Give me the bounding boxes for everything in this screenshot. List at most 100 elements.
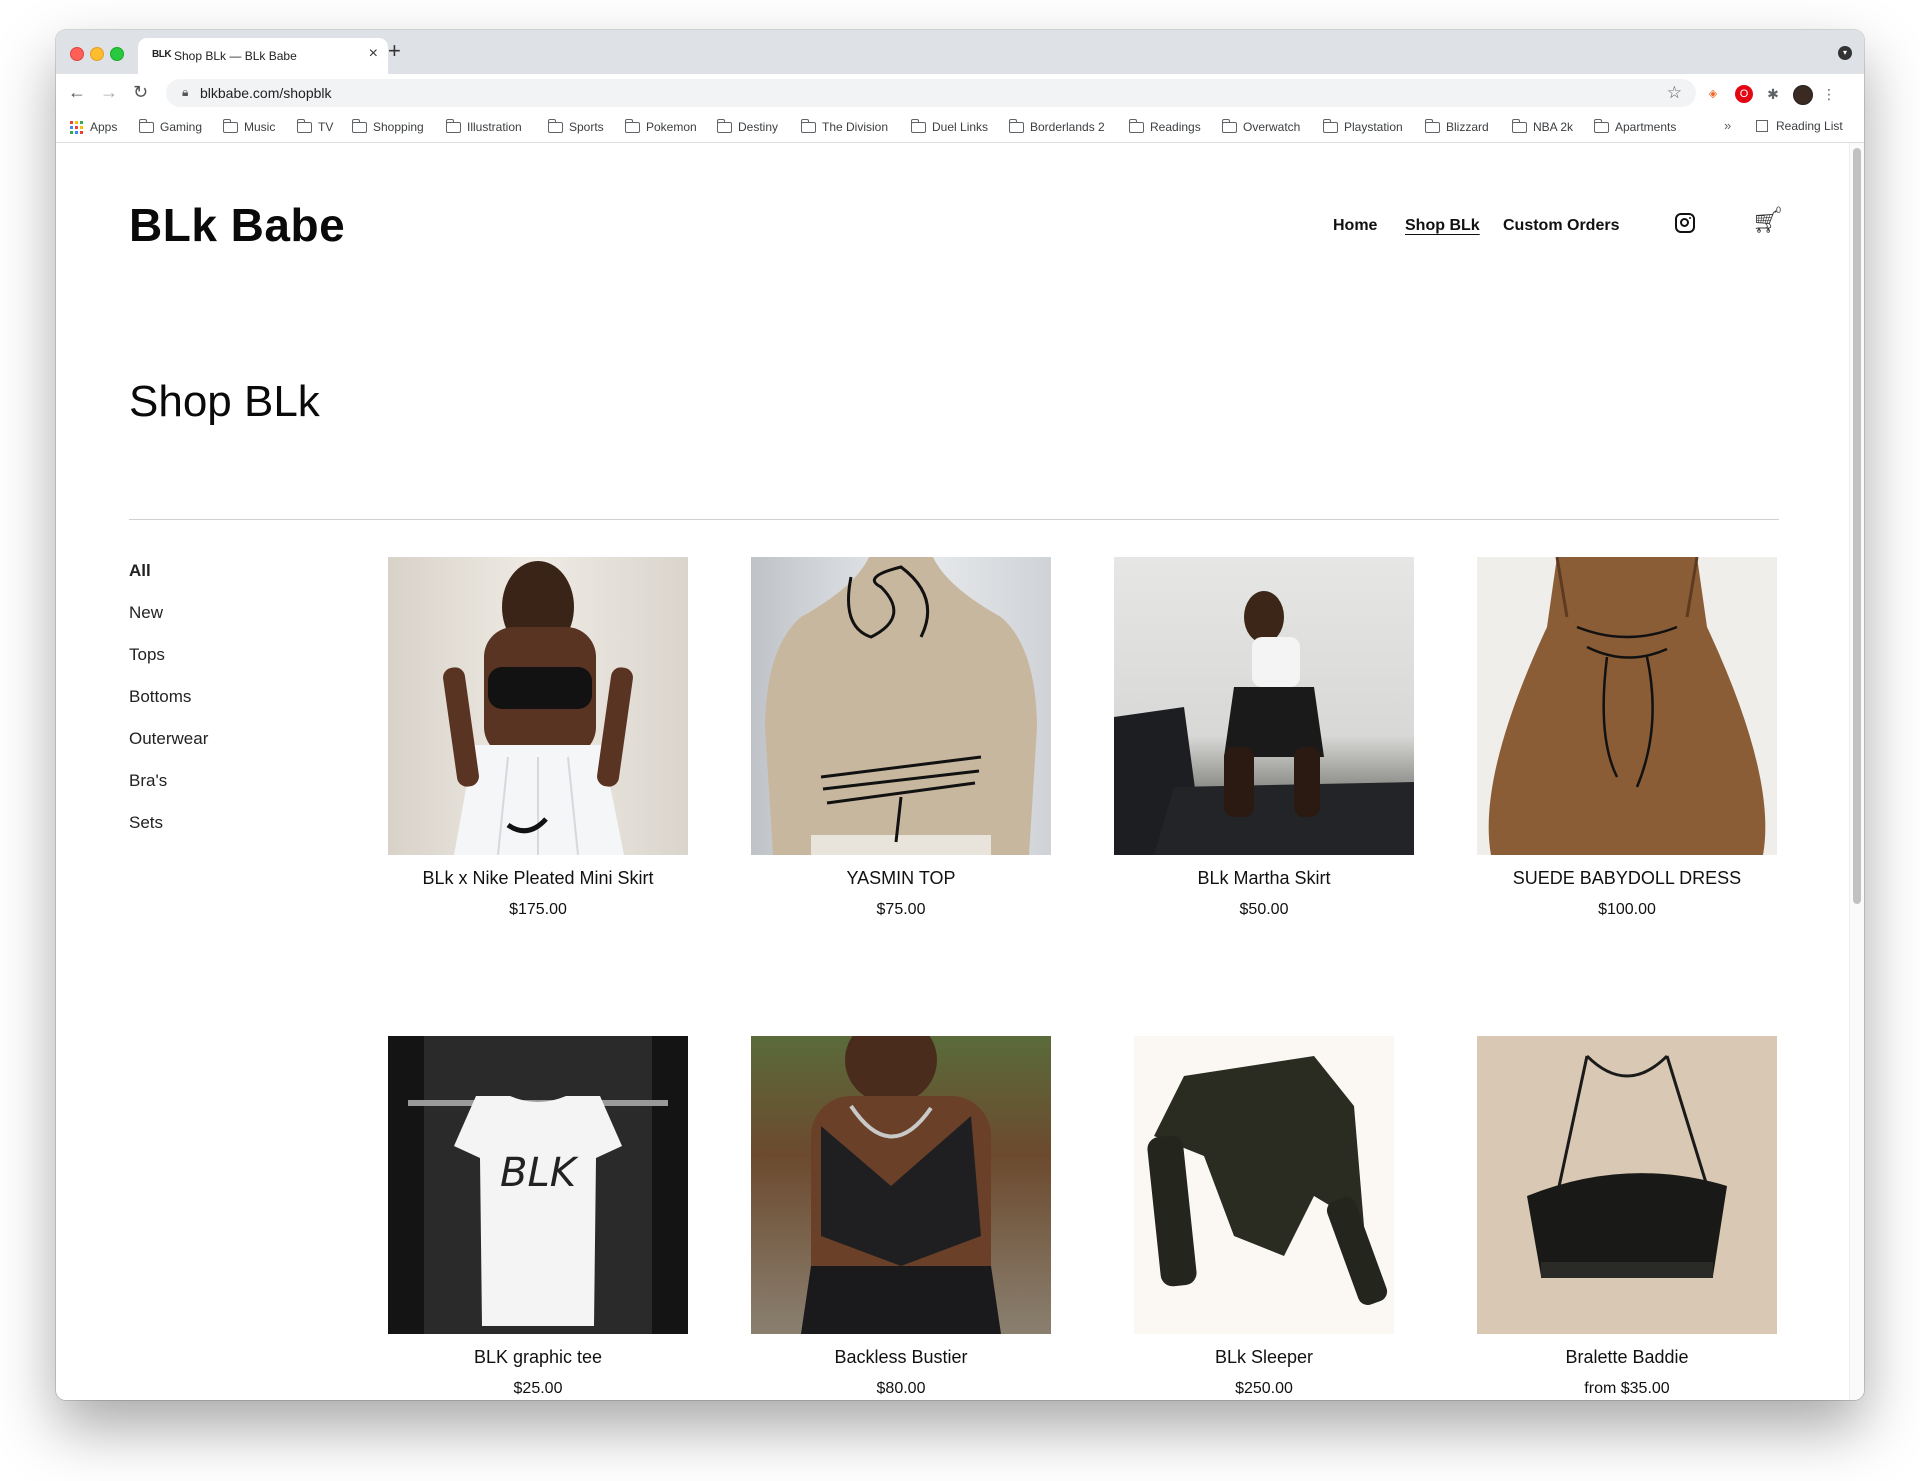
product-image[interactable] (1114, 557, 1414, 855)
bookmark-label: Shopping (373, 120, 424, 134)
product-image[interactable] (388, 557, 688, 855)
bookmark-folder-sports[interactable]: Sports (547, 118, 604, 135)
bookmark-folder-playstation[interactable]: Playstation (1322, 118, 1403, 135)
forward-arrow-icon[interactable]: → (100, 81, 118, 103)
product-card[interactable]: BLk Sleeper $250.00 (1114, 1036, 1414, 1398)
instagram-icon[interactable] (1675, 213, 1695, 233)
bookmark-apps[interactable]: Apps (70, 119, 117, 135)
product-image[interactable] (751, 1036, 1051, 1334)
tab-search-icon[interactable]: ▾ (1838, 46, 1852, 60)
lock-icon: 🔒︎ (182, 85, 189, 99)
product-name[interactable]: SUEDE BABYDOLL DRESS (1477, 868, 1777, 889)
bookmark-label: Playstation (1344, 120, 1403, 134)
opera-icon[interactable]: O (1735, 85, 1753, 103)
bookmark-folder-music[interactable]: Music (222, 118, 276, 135)
product-image[interactable]: BLK (388, 1036, 688, 1334)
product-price: from $35.00 (1584, 1380, 1670, 1397)
product-image[interactable] (1477, 1036, 1777, 1334)
folder-icon (1511, 118, 1527, 133)
address-bar[interactable]: 🔒︎ blkbabe.com/shopblk ☆ (166, 79, 1696, 107)
bookmark-label: Sports (569, 120, 604, 134)
bookmark-label: Pokemon (646, 120, 697, 134)
extensions-puzzle-icon[interactable]: ✱ (1764, 85, 1782, 103)
reading-list-icon (1756, 120, 1768, 132)
browser-menu-icon[interactable]: ⋮ (1820, 85, 1838, 103)
category-tops[interactable]: Tops (129, 645, 165, 665)
bookmark-folder-blizzard[interactable]: Blizzard (1424, 118, 1489, 135)
category-bras[interactable]: Bra's (129, 771, 167, 791)
product-image[interactable] (751, 557, 1051, 855)
page-title: Shop BLk (129, 377, 320, 426)
bookmark-label: Music (244, 120, 276, 134)
bookmark-folder-tv[interactable]: TV (296, 118, 333, 135)
product-card[interactable]: Backless Bustier $80.00 (751, 1036, 1051, 1398)
tee-print-text: BLK (500, 1150, 579, 1196)
bookmark-folder-readings[interactable]: Readings (1128, 118, 1201, 135)
bookmark-label: Apps (90, 120, 118, 134)
category-new[interactable]: New (129, 603, 163, 623)
product-card[interactable]: BLk x Nike Pleated Mini Skirt $175.00 (388, 557, 688, 919)
bookmark-label: Readings (1150, 120, 1201, 134)
bookmark-folder-shopping[interactable]: Shopping (351, 118, 424, 135)
browser-tab[interactable]: BLK Shop BLk — BLk Babe × (138, 38, 388, 74)
bookmark-folder-the-division[interactable]: The Division (800, 118, 888, 135)
product-card[interactable]: Bralette Baddie from $35.00 (1477, 1036, 1777, 1398)
profile-avatar[interactable] (1793, 85, 1813, 105)
back-arrow-icon[interactable]: ← (68, 81, 86, 103)
nav-shop-blk[interactable]: Shop BLk (1405, 217, 1480, 235)
folder-icon (1593, 118, 1609, 133)
extension-diamond-icon[interactable]: ◈ (1704, 85, 1722, 103)
bookmark-folder-overwatch[interactable]: Overwatch (1221, 118, 1300, 135)
url-text[interactable]: blkbabe.com/shopblk (200, 85, 332, 101)
nav-custom-orders[interactable]: Custom Orders (1503, 217, 1619, 235)
product-image[interactable] (1114, 1036, 1414, 1334)
category-outerwear[interactable]: Outerwear (129, 729, 208, 749)
close-tab-icon[interactable]: × (369, 45, 378, 63)
minimize-window-button[interactable] (90, 47, 104, 61)
nav-home[interactable]: Home (1333, 217, 1377, 235)
site-logo[interactable]: BLk Babe (129, 198, 345, 252)
close-window-button[interactable] (70, 47, 84, 61)
folder-icon (1322, 118, 1338, 133)
category-all[interactable]: All (129, 561, 151, 581)
product-name[interactable]: Backless Bustier (751, 1347, 1051, 1368)
product-image[interactable] (1477, 557, 1777, 855)
category-sets[interactable]: Sets (129, 813, 163, 833)
bookmark-folder-apartments[interactable]: Apartments (1593, 118, 1676, 135)
product-name[interactable]: BLk Martha Skirt (1114, 868, 1414, 889)
new-tab-button[interactable]: + (388, 39, 401, 63)
scrollbar-thumb[interactable] (1853, 148, 1861, 904)
bookmark-star-icon[interactable]: ☆ (1667, 83, 1682, 103)
product-card[interactable]: BLK BLK graphic tee $25.00 (388, 1036, 688, 1398)
bookmark-label: Borderlands 2 (1030, 120, 1105, 134)
product-name[interactable]: BLk x Nike Pleated Mini Skirt (388, 868, 688, 889)
folder-icon (1424, 118, 1440, 133)
product-card[interactable]: SUEDE BABYDOLL DRESS $100.00 (1477, 557, 1777, 919)
bookmark-folder-borderlands-2[interactable]: Borderlands 2 (1008, 118, 1105, 135)
category-bottoms[interactable]: Bottoms (129, 687, 191, 707)
zoom-window-button[interactable] (110, 47, 124, 61)
bookmark-folder-nba-2k[interactable]: NBA 2k (1511, 118, 1573, 135)
bookmarks-overflow-icon[interactable]: » (1724, 118, 1731, 133)
reading-list-label: Reading List (1776, 119, 1843, 133)
reload-icon[interactable]: ↻ (133, 81, 148, 103)
folder-icon (296, 118, 312, 133)
product-name[interactable]: YASMIN TOP (751, 868, 1051, 889)
product-price: $100.00 (1598, 901, 1656, 918)
bookmark-folder-illustration[interactable]: Illustration (445, 118, 522, 135)
product-card[interactable]: BLk Martha Skirt $50.00 (1114, 557, 1414, 919)
bookmark-folder-gaming[interactable]: Gaming (138, 118, 202, 135)
product-card[interactable]: YASMIN TOP $75.00 (751, 557, 1051, 919)
folder-icon (716, 118, 732, 133)
product-name[interactable]: Bralette Baddie (1477, 1347, 1777, 1368)
bookmark-folder-destiny[interactable]: Destiny (716, 118, 778, 135)
product-price: $75.00 (876, 901, 926, 918)
folder-icon (138, 118, 154, 133)
product-name[interactable]: BLK graphic tee (388, 1347, 688, 1368)
bookmark-folder-duel-links[interactable]: Duel Links (910, 118, 988, 135)
product-name[interactable]: BLk Sleeper (1114, 1347, 1414, 1368)
bookmarks-bar: Apps Gaming Music TV Shopping Illustrati… (56, 112, 1864, 143)
reading-list-button[interactable]: Reading List (1756, 119, 1843, 133)
product-price: $250.00 (1235, 1380, 1293, 1397)
bookmark-folder-pokemon[interactable]: Pokemon (624, 118, 697, 135)
